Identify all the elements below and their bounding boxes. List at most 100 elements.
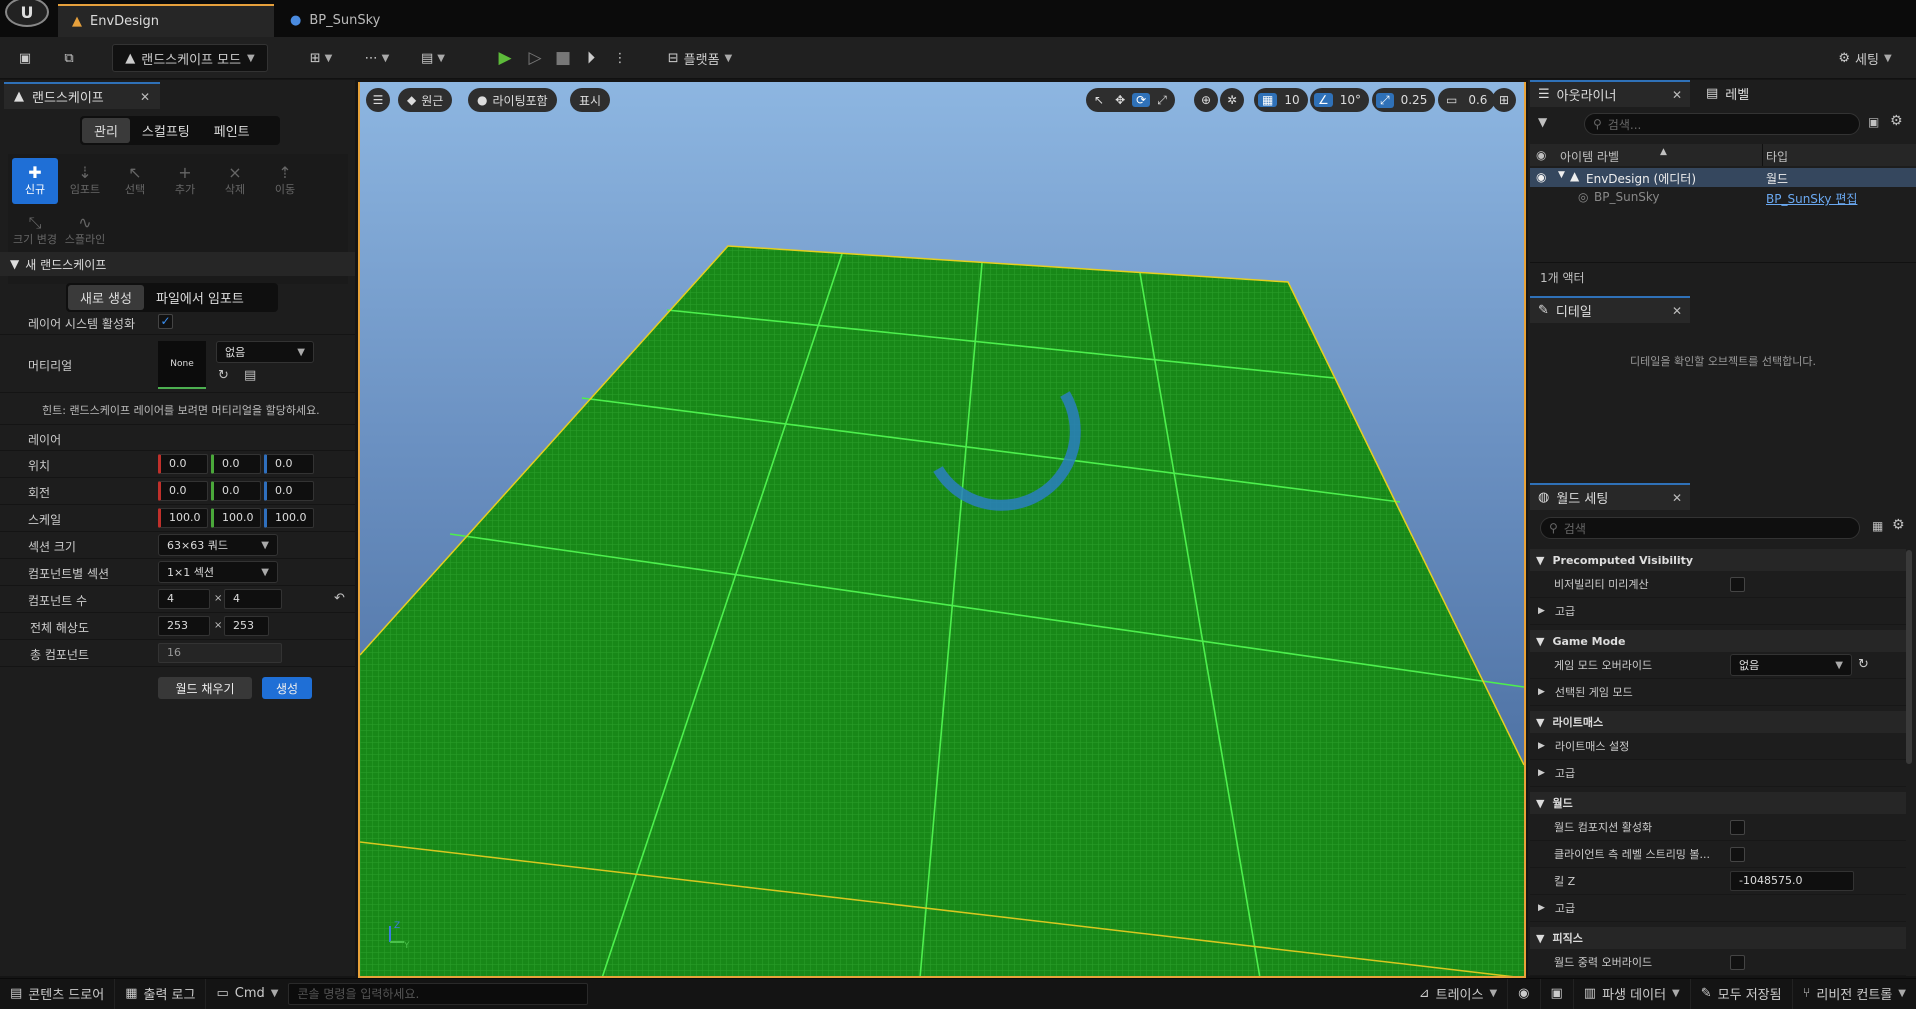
reset-arrow-icon[interactable]: ↻ [218, 368, 229, 383]
tab-manage[interactable]: 관리 [82, 118, 130, 143]
tool-spline[interactable]: ∿ 스플라인 [62, 208, 108, 254]
layer-system-checkbox[interactable]: ✓ [158, 314, 173, 329]
settings-button[interactable]: ⚙ 세팅 ▼ [1832, 44, 1898, 72]
tool-move[interactable]: ⇡ 이동 [262, 158, 308, 204]
level-viewport[interactable]: Z Y ☰ ◆ 원근 ● 라이팅포함 표시 ↖ ✥ ⟳ ⤢ ⊕ ✲ ▦ 10 ∠ 10°… [358, 82, 1526, 978]
cmd-selector[interactable]: ▭ Cmd ▼ [206, 979, 288, 1009]
tab-sculpt[interactable]: 스컬프팅 [130, 118, 202, 143]
landscape-panel-tab[interactable]: ▲ 랜드스케이프 ✕ [4, 82, 160, 109]
fill-world-button[interactable]: 월드 채우기 [158, 677, 252, 699]
save-icon[interactable]: ▣ [12, 44, 38, 72]
layout-icon[interactable]: ⊞ [1492, 88, 1516, 112]
derived-data-button[interactable]: ▥ 파생 데이터 ▼ [1574, 978, 1691, 1009]
trace-button[interactable]: ⊿ 트레이스 ▼ [1409, 978, 1509, 1009]
gamemode-override-dropdown[interactable]: 없음 ▼ [1730, 654, 1852, 676]
tab-bp-sunsky[interactable]: ● BP_SunSky [276, 4, 446, 37]
screenshot-icon[interactable]: ▣ [1541, 978, 1574, 1009]
advanced-row-2[interactable]: ▶ 고급 [1530, 760, 1906, 787]
lightmass-settings-row[interactable]: ▶ 라이트매스 설정 [1530, 733, 1906, 760]
visibility-eye-icon[interactable]: ◉ [1536, 148, 1546, 162]
world-local-icon[interactable]: ⊕ [1194, 88, 1218, 112]
section-game-mode[interactable]: ▼ Game Mode [1530, 630, 1906, 652]
tool-resize[interactable]: ⤡ 크기 변경 [12, 208, 58, 254]
step-icon[interactable]: ▷ [522, 44, 548, 72]
show-button[interactable]: 표시 [570, 88, 611, 112]
surface-snap-icon[interactable]: ✲ [1220, 88, 1244, 112]
world-settings-tab[interactable]: ◍ 월드 세팅 ✕ [1530, 483, 1690, 510]
scale-x-input[interactable]: 100.0 [158, 508, 208, 528]
section-size-dropdown[interactable]: 63×63 쿼드 ▼ [158, 534, 278, 556]
output-log-button[interactable]: ▦ 출력 로그 [115, 978, 207, 1009]
location-x-input[interactable]: 0.0 [158, 454, 208, 474]
world-settings-search[interactable]: ⚲ 검색 [1540, 517, 1860, 539]
camera-speed-group[interactable]: ▭ 0.6 [1438, 88, 1496, 112]
advanced-row-3[interactable]: ▶ 고급 [1530, 895, 1906, 922]
platforms-button[interactable]: ⊟ 플랫폼 ▼ [660, 44, 740, 72]
advanced-row-1[interactable]: ▶ 고급 [1530, 598, 1906, 625]
gear-icon[interactable]: ⚙ [1892, 517, 1905, 533]
rotate-icon[interactable]: ⟳ [1132, 93, 1151, 107]
outliner-row-bp-sunsky[interactable]: ◎ BP_SunSky BP_SunSky 편집 [1530, 188, 1916, 207]
tool-new[interactable]: ✚ 신규 [12, 158, 58, 204]
tab-import-file[interactable]: 파일에서 임포트 [144, 285, 256, 310]
rotation-x-input[interactable]: 0.0 [158, 481, 208, 501]
record-icon[interactable]: ◉ [1508, 978, 1541, 1009]
material-thumbnail[interactable]: None [158, 341, 206, 389]
details-tab[interactable]: ✎ 디테일 ✕ [1530, 296, 1690, 323]
browse-folder-icon[interactable]: ▤ [244, 368, 256, 383]
resolution-y-input[interactable]: 253 [224, 616, 269, 636]
translate-icon[interactable]: ✥ [1111, 93, 1129, 107]
outliner-tab[interactable]: ☰ 아웃라이너 ✕ [1530, 80, 1690, 107]
scale-icon[interactable]: ⤢ [1153, 93, 1171, 108]
world-gravity-checkbox[interactable] [1730, 955, 1745, 970]
col-type[interactable]: 타입 [1766, 148, 1788, 165]
section-lightmass[interactable]: ▼ 라이트매스 [1530, 711, 1906, 733]
lit-button[interactable]: ● 라이팅포함 [468, 88, 557, 112]
create-button[interactable]: 생성 [262, 677, 312, 699]
new-landscape-section[interactable]: ▼ 새 랜드스케이프 [0, 252, 355, 276]
outliner-search[interactable]: ⚲ 검색... [1584, 113, 1860, 135]
resolution-x-input[interactable]: 253 [158, 616, 210, 636]
close-icon[interactable]: ✕ [1672, 88, 1682, 102]
section-world[interactable]: ▼ 월드 [1530, 792, 1906, 814]
tool-delete[interactable]: × 삭제 [212, 158, 258, 204]
tab-envdesign[interactable]: ▲ EnvDesign [58, 4, 274, 37]
select-arrow-icon[interactable]: ↖ [1090, 93, 1108, 107]
scale-snap-group[interactable]: ⤢ 0.25 [1372, 88, 1436, 112]
play-options-icon[interactable]: ⏵ [578, 44, 604, 72]
console-input[interactable]: 콘솔 명령을 입력하세요. [288, 982, 589, 1005]
material-dropdown[interactable]: 없음 ▼ [216, 341, 314, 363]
grid-snap-group[interactable]: ▦ 10 [1254, 88, 1308, 112]
selected-gamemode-row[interactable]: ▶ 선택된 게임 모드 [1530, 679, 1906, 706]
play-icon[interactable]: ▶ [492, 44, 518, 72]
tool-import[interactable]: ⇣ 임포트 [62, 158, 108, 204]
gear-icon[interactable]: ⚙ [1890, 113, 1903, 129]
rotation-snap-group[interactable]: ∠ 10° [1310, 88, 1370, 112]
revision-control-button[interactable]: ⑂ 리비전 컨트롤 ▼ [1793, 979, 1916, 1009]
reset-arrow-icon[interactable]: ↻ [1858, 657, 1869, 672]
unreal-logo-icon[interactable]: U [5, 0, 49, 27]
scrollbar[interactable] [1906, 550, 1912, 764]
scale-y-input[interactable]: 100.0 [211, 508, 261, 528]
tool-select[interactable]: ↖ 선택 [112, 158, 158, 204]
cinematics-button[interactable]: ▤ ▼ [414, 44, 452, 72]
scale-z-input[interactable]: 100.0 [264, 508, 314, 528]
reset-arrow-icon[interactable]: ↶ [334, 591, 345, 606]
precompute-visibility-checkbox[interactable] [1730, 577, 1745, 592]
component-count-y-input[interactable]: 4 [224, 589, 282, 609]
mode-selector[interactable]: ▲ 랜드스케이프 모드 ▼ [112, 44, 268, 72]
location-y-input[interactable]: 0.0 [211, 454, 261, 474]
expand-arrow-icon[interactable]: ▼ [1558, 170, 1565, 180]
close-icon[interactable]: ✕ [1672, 304, 1682, 318]
add-actor-button[interactable]: ⊞ ▼ [302, 44, 340, 72]
table-view-icon[interactable]: ▦ [1872, 519, 1883, 533]
outliner-row-world[interactable]: ◉ ▼ ▲ EnvDesign (에디터) 월드 [1530, 168, 1916, 187]
close-icon[interactable]: ✕ [140, 90, 150, 104]
rotation-y-input[interactable]: 0.0 [211, 481, 261, 501]
section-physics[interactable]: ▼ 피직스 [1530, 927, 1906, 949]
tab-create-new[interactable]: 새로 생성 [68, 285, 144, 310]
kill-z-input[interactable]: -1048575.0 [1730, 871, 1854, 891]
add-folder-icon[interactable]: ▣ [1868, 115, 1879, 129]
content-browse-icon[interactable]: ⧉ [56, 44, 82, 72]
blueprint-button[interactable]: ⋯ ▼ [358, 44, 396, 72]
